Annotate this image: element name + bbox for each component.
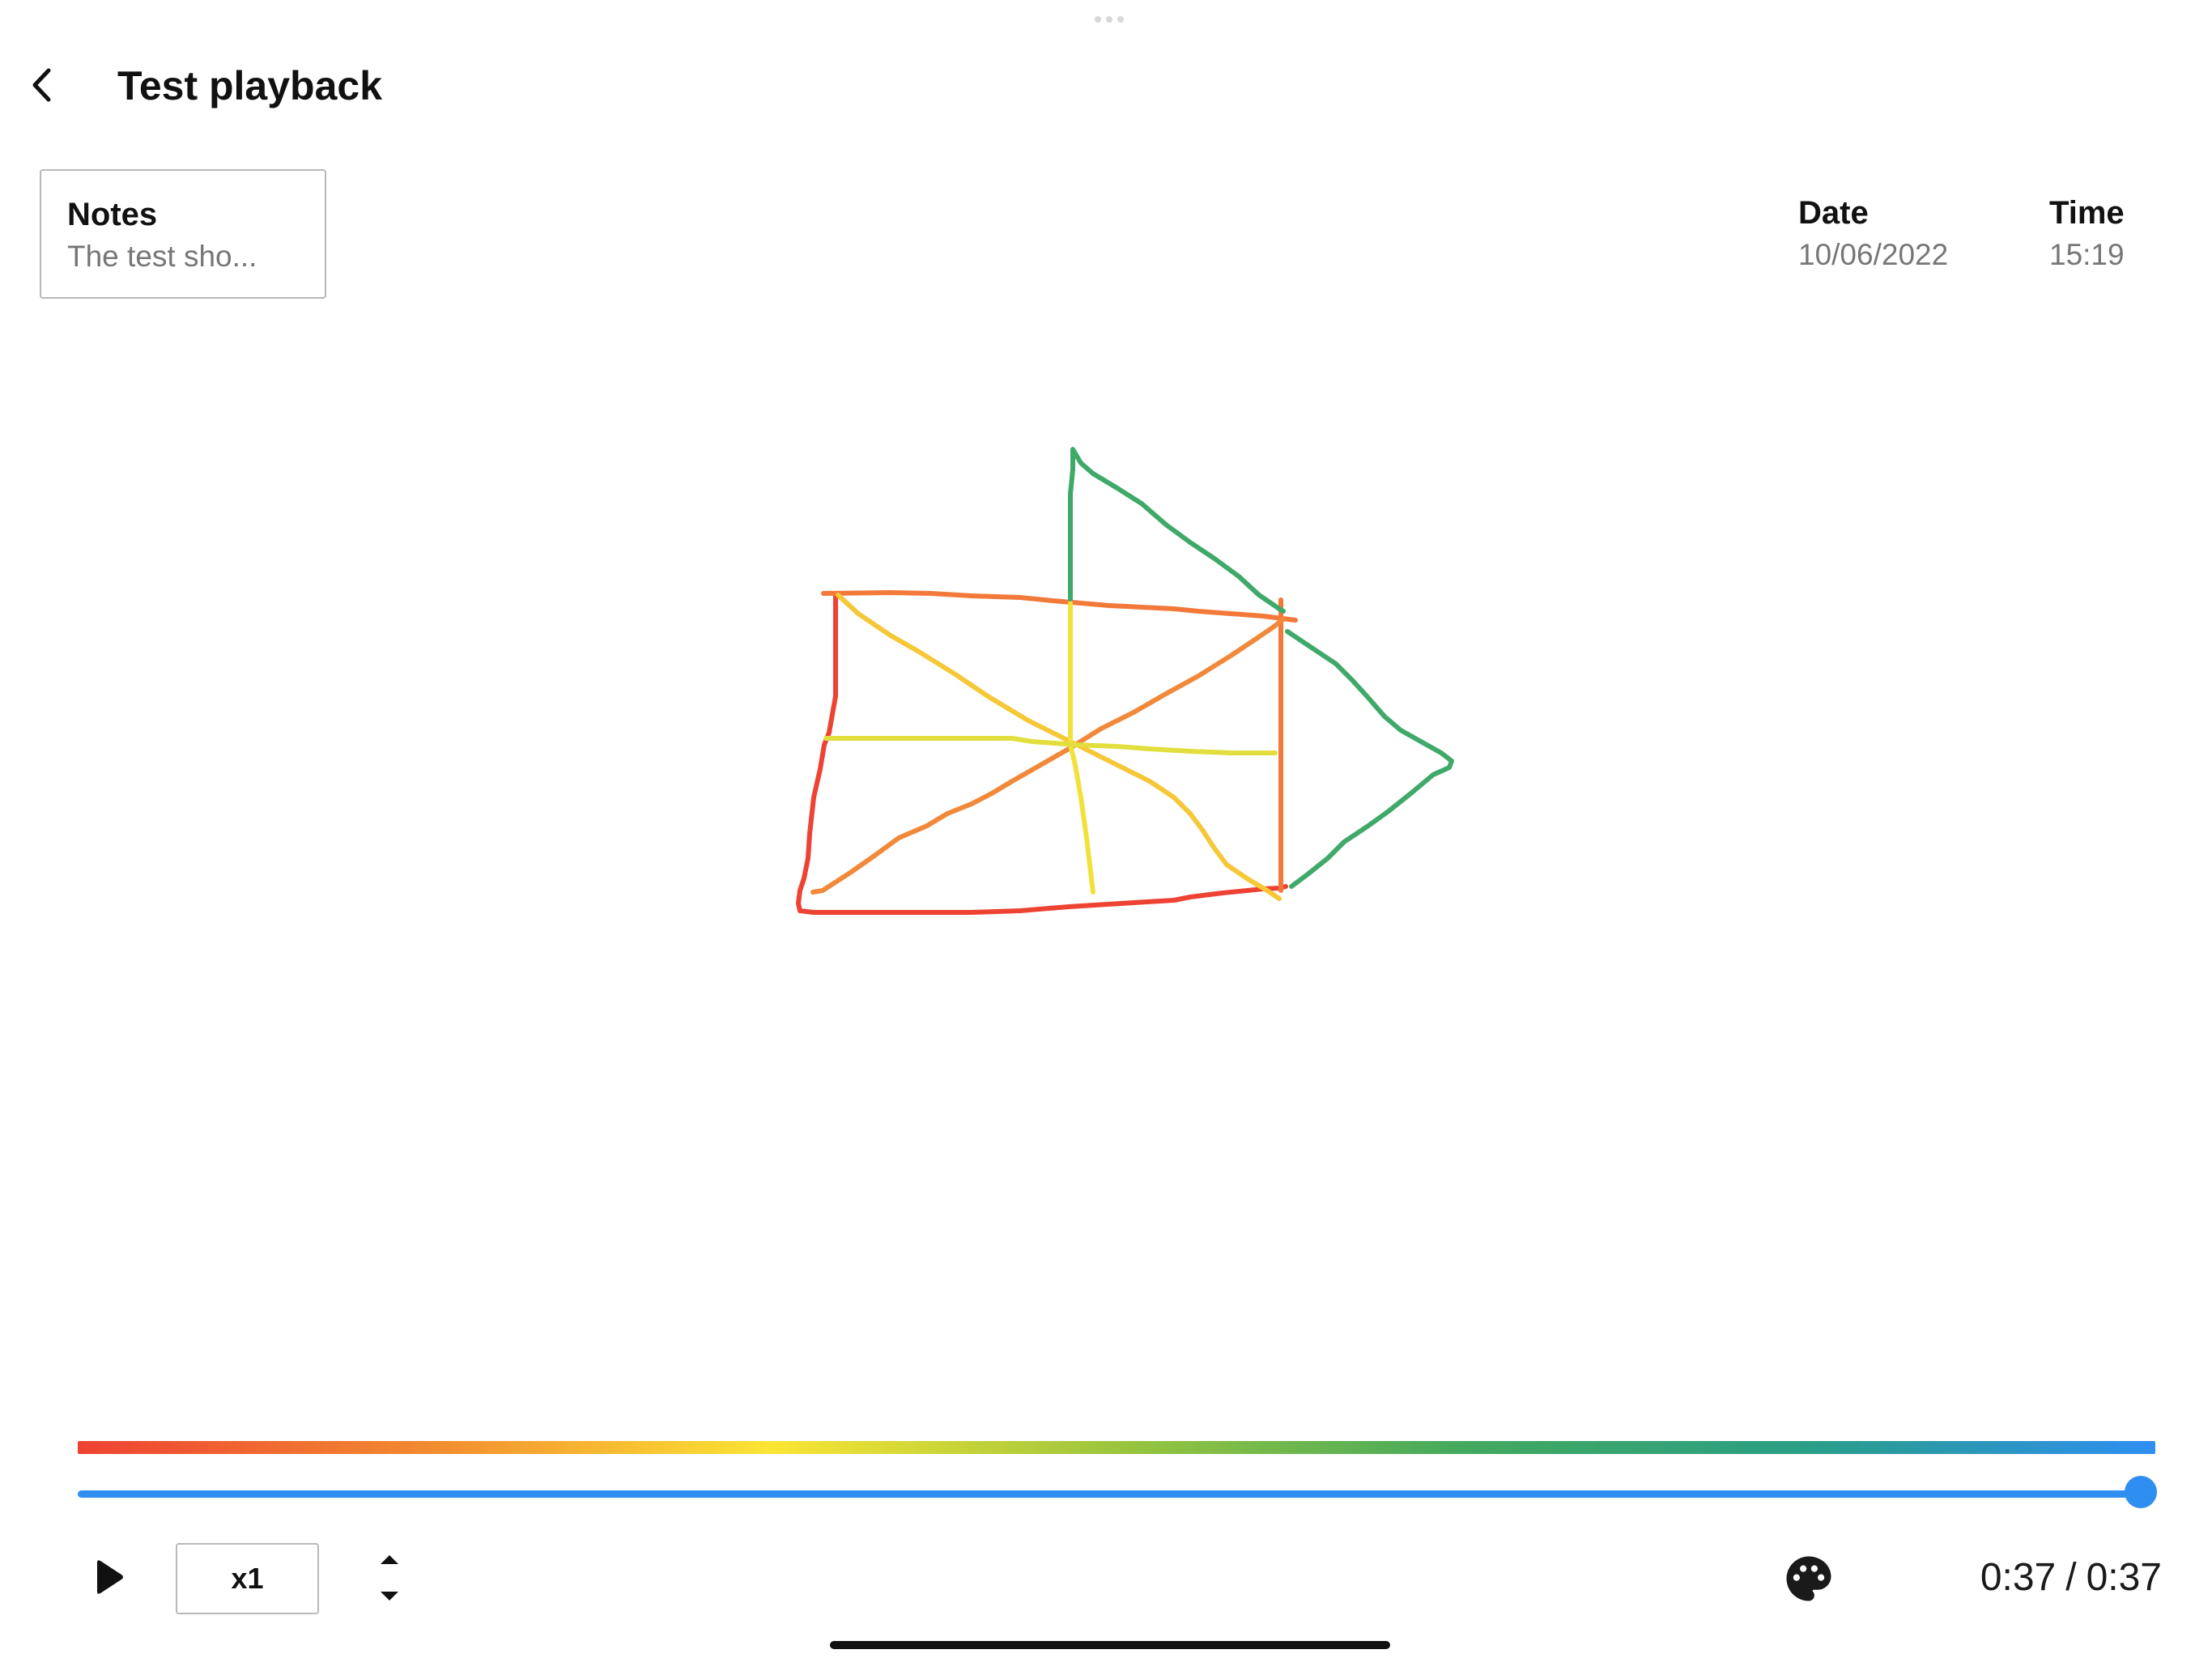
stroke-orange-top-right xyxy=(821,590,1298,893)
time-info: Time 15:19 xyxy=(2049,193,2125,276)
home-indicator[interactable] xyxy=(830,1641,1390,1649)
stroke-yellow-vertical xyxy=(1068,601,1095,895)
slider-thumb[interactable] xyxy=(2125,1476,2157,1508)
caret-down-icon xyxy=(381,1592,398,1601)
slider-progress-fill xyxy=(78,1490,2155,1498)
stroke-green-triangle xyxy=(1068,447,1454,889)
time-readout: 0:37 / 0:37 xyxy=(1919,1553,2162,1603)
time-label: Time xyxy=(2049,195,2125,231)
date-label: Date xyxy=(1798,195,1869,231)
back-button[interactable] xyxy=(15,57,71,113)
grabber-dot xyxy=(1117,16,1124,23)
speed-up-button[interactable] xyxy=(371,1545,408,1574)
speed-down-button[interactable] xyxy=(371,1582,408,1611)
notes-card[interactable]: Notes The test sho... xyxy=(40,169,326,299)
play-icon xyxy=(97,1560,123,1594)
time-value: 15:19 xyxy=(2049,238,2125,271)
slider-track[interactable] xyxy=(78,1490,2155,1498)
grabber-dot xyxy=(1106,16,1112,23)
date-value: 10/06/2022 xyxy=(1798,238,1949,271)
notes-preview: The test sho... xyxy=(67,240,257,273)
total-time: 0:37 xyxy=(2086,1556,2162,1599)
palette-button[interactable] xyxy=(1780,1550,1838,1608)
stroke-red-left-bottom xyxy=(796,591,1288,915)
stroke-yellow-diagonal xyxy=(836,593,1282,901)
palette-icon xyxy=(1786,1556,1831,1601)
stroke-yellow-horizontal xyxy=(823,736,1278,755)
play-button[interactable] xyxy=(84,1553,133,1601)
caret-up-icon xyxy=(381,1555,398,1564)
grabber-dot xyxy=(1095,16,1101,23)
stroke-color-timeline xyxy=(78,1441,2155,1454)
date-info: Date 10/06/2022 xyxy=(1798,193,1948,276)
window-grabber[interactable] xyxy=(1093,16,1125,24)
current-time: 0:37 xyxy=(1980,1556,2057,1599)
playback-slider[interactable] xyxy=(78,1473,2157,1516)
stroke-orange-diagonal xyxy=(810,617,1286,895)
playback-screen: Test playback Notes The test sho... Date… xyxy=(0,0,2212,1658)
speed-stepper[interactable] xyxy=(371,1540,408,1616)
notes-label: Notes xyxy=(67,197,158,232)
time-separator: / xyxy=(2065,1556,2077,1599)
chevron-left-icon xyxy=(32,68,51,102)
page-title: Test playback xyxy=(117,63,383,108)
speed-button[interactable]: x1 xyxy=(176,1543,319,1614)
